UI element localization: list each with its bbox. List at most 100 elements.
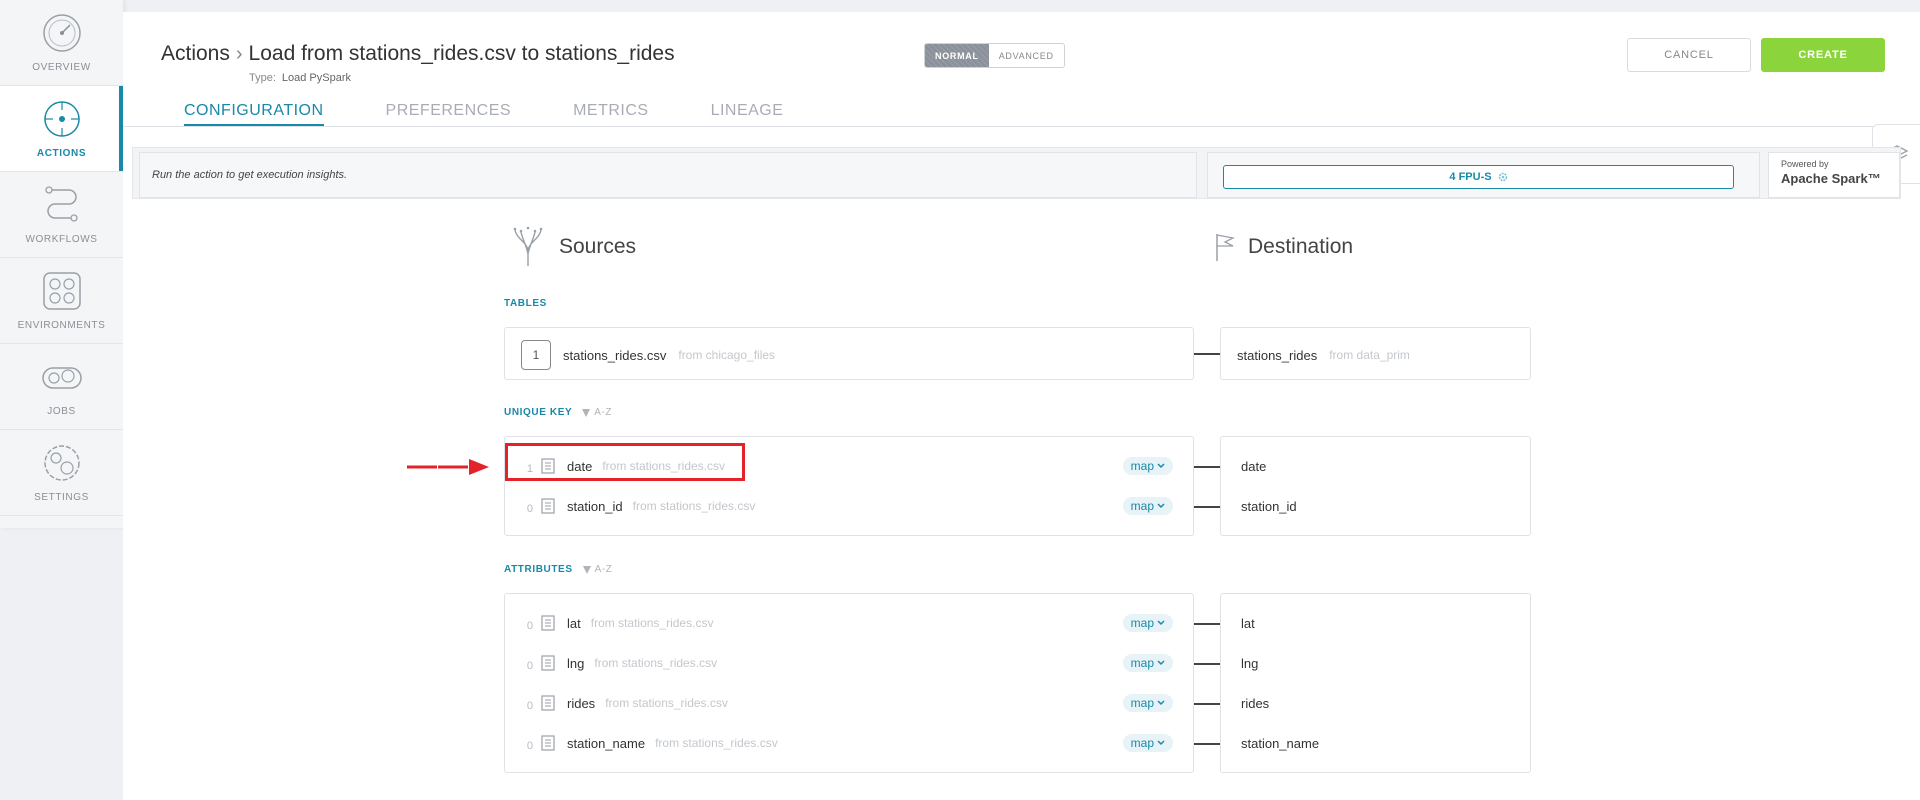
nav-workflows-label: WORKFLOWS: [25, 234, 98, 245]
column-name: lng: [567, 655, 585, 671]
usage-count: 0: [526, 620, 533, 632]
create-button[interactable]: CREATE: [1761, 38, 1885, 72]
map-dropdown[interactable]: map: [1122, 734, 1173, 752]
map-label: map: [1130, 656, 1154, 670]
workflows-path-icon: [44, 186, 78, 222]
attributes-label: ATTRIBUTES A-Z: [504, 564, 613, 575]
map-dropdown[interactable]: map: [1122, 694, 1173, 712]
environments-grid-icon: [42, 272, 81, 310]
map-dropdown[interactable]: map: [1122, 654, 1173, 672]
nav-actions[interactable]: ACTIONS: [0, 86, 123, 172]
map-label: map: [1130, 696, 1154, 710]
sort-az-toggle[interactable]: A-Z: [582, 407, 612, 418]
destination-attributes-card: lat lng rides station_name: [1220, 593, 1531, 773]
overview-gauge-icon: [42, 14, 81, 52]
insights-bar: Run the action to get execution insights…: [132, 147, 1901, 199]
connector-line: [1194, 623, 1220, 625]
source-table-row: 1 stations_rides.csv from chicago_files: [521, 340, 775, 370]
nav-workflows[interactable]: WORKFLOWS: [0, 172, 123, 258]
column-source: from stations_rides.csv: [594, 656, 718, 670]
tables-label: TABLES: [504, 298, 547, 309]
sort-label: A-Z: [594, 564, 613, 575]
mode-advanced-button[interactable]: ADVANCED: [989, 44, 1064, 67]
attribute-row[interactable]: 0 lat from stations_rides.csv map: [505, 603, 1193, 643]
map-dropdown[interactable]: map: [1122, 457, 1173, 475]
type-label: Type:: [249, 72, 276, 84]
map-dropdown[interactable]: map: [1122, 614, 1173, 632]
source-table-name: stations_rides.csv: [563, 347, 667, 363]
destination-column[interactable]: date: [1241, 446, 1266, 486]
source-table-from: from chicago_files: [678, 348, 776, 362]
tab-preferences[interactable]: PREFERENCES: [386, 102, 512, 126]
column-name: station_name: [567, 735, 646, 751]
table-index-badge: 1: [521, 340, 551, 370]
sort-az-toggle[interactable]: A-Z: [582, 564, 613, 575]
attribute-row[interactable]: 0 rides from stations_rides.csv map: [505, 683, 1193, 723]
type-value: Load PySpark: [281, 72, 352, 84]
sources-fountain-icon: [513, 226, 543, 266]
column-source: from stations_rides.csv: [632, 499, 756, 513]
highlight-box: [505, 443, 745, 481]
mode-toggle: NORMAL ADVANCED: [924, 43, 1065, 68]
sort-label: A-Z: [594, 407, 613, 418]
destination-unique-key-card: date station_id: [1220, 436, 1531, 536]
nav-environments[interactable]: ENVIRONMENTS: [0, 258, 123, 344]
powered-by-label: Powered by: [1781, 159, 1829, 169]
destination-column[interactable]: station_id: [1241, 486, 1297, 526]
map-label: map: [1130, 736, 1154, 750]
chevron-down-icon: [1157, 463, 1165, 469]
usage-count: 0: [526, 660, 533, 672]
nav-settings[interactable]: SETTINGS: [0, 430, 123, 516]
fpu-value: 4 FPU-S: [1449, 171, 1492, 183]
tab-lineage[interactable]: LINEAGE: [711, 102, 784, 126]
destination-table-card[interactable]: stations_rides from data_prim: [1220, 327, 1531, 380]
engine-info: Powered by Apache Spark™: [1768, 152, 1900, 198]
page-title: Load from stations_rides.csv to stations…: [248, 42, 675, 65]
sources-header: Sources: [509, 226, 636, 268]
usage-count: 0: [526, 700, 533, 712]
unique-key-row[interactable]: 0 station_id from stations_rides.csv map: [505, 486, 1193, 526]
usage-count: 0: [526, 503, 533, 515]
destination-column[interactable]: station_name: [1241, 723, 1319, 763]
unique-key-label-text: UNIQUE KEY: [504, 407, 573, 418]
fpu-panel: 4 FPU-S: [1207, 152, 1760, 198]
connector-line: [1194, 506, 1220, 508]
mode-normal-button[interactable]: NORMAL: [925, 44, 989, 67]
source-table-card[interactable]: 1 stations_rides.csv from chicago_files: [504, 327, 1194, 380]
nav-environments-label: ENVIRONMENTS: [17, 320, 106, 331]
document-icon: [541, 695, 555, 711]
destination-table-from: from data_prim: [1329, 348, 1410, 362]
nav-overview-label: OVERVIEW: [32, 62, 91, 73]
filter-funnel-icon: [582, 565, 591, 574]
map-label: map: [1130, 459, 1154, 473]
fpu-selector[interactable]: 4 FPU-S: [1223, 165, 1734, 189]
destination-column[interactable]: lat: [1241, 603, 1255, 643]
flag-icon: [1216, 234, 1236, 261]
attribute-row[interactable]: 0 lng from stations_rides.csv map: [505, 643, 1193, 683]
destination-column[interactable]: lng: [1241, 643, 1258, 683]
destination-title: Destination: [1248, 235, 1354, 258]
breadcrumb: Actions › Load from stations_rides.csv t…: [161, 42, 675, 66]
cancel-button[interactable]: CANCEL: [1627, 38, 1751, 72]
connector-line: [1194, 663, 1220, 665]
settings-gear-icon: [43, 445, 80, 481]
attributes-label-text: ATTRIBUTES: [504, 564, 573, 575]
column-source: from stations_rides.csv: [590, 616, 714, 630]
tab-configuration[interactable]: CONFIGURATION: [184, 102, 324, 126]
nav-jobs[interactable]: JOBS: [0, 344, 123, 430]
gear-icon: [1498, 172, 1507, 182]
connector-line: [1194, 353, 1220, 355]
attributes-card: 0 lat from stations_rides.csv map 0 lng …: [504, 593, 1194, 773]
breadcrumb-root[interactable]: Actions: [161, 42, 230, 66]
document-icon: [541, 655, 555, 671]
map-label: map: [1130, 616, 1154, 630]
map-dropdown[interactable]: map: [1122, 497, 1173, 515]
attribute-row[interactable]: 0 station_name from stations_rides.csv m…: [505, 723, 1193, 763]
actions-target-icon: [43, 101, 80, 137]
connector-line: [1194, 466, 1220, 468]
nav-overview[interactable]: OVERVIEW: [0, 0, 123, 86]
destination-table-row: stations_rides from data_prim: [1237, 340, 1410, 370]
destination-column[interactable]: rides: [1241, 683, 1269, 723]
connector-line: [1194, 743, 1220, 745]
tab-metrics[interactable]: METRICS: [573, 102, 649, 126]
